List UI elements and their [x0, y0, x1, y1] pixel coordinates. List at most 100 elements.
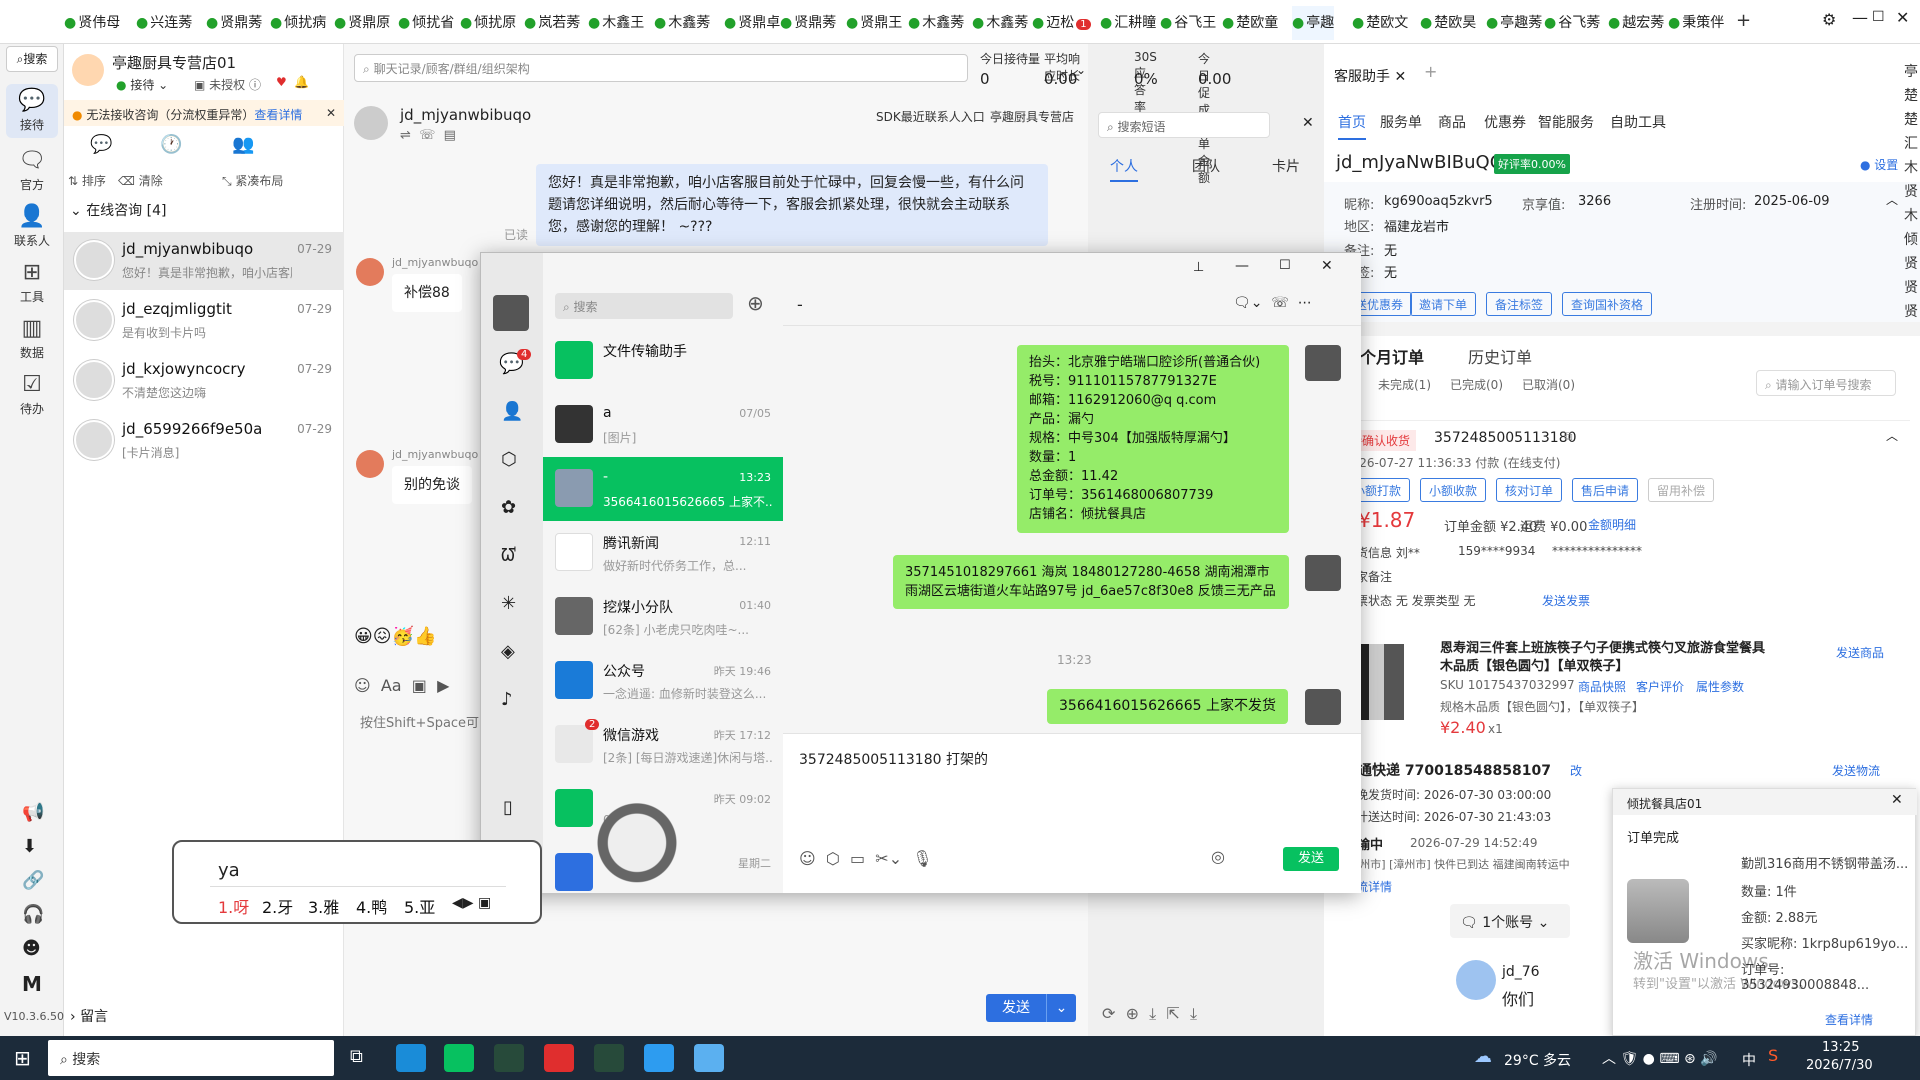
store-tab[interactable]: ● 木鑫莠	[972, 12, 1028, 34]
wechat-avatar[interactable]	[493, 295, 529, 331]
order-search-input[interactable]: ⌕ 请输入订单号搜索	[1756, 370, 1896, 396]
close-icon[interactable]: ✕	[1302, 116, 1314, 130]
assistant-nav-item[interactable]: 商品	[1438, 112, 1466, 132]
chevron-up-icon[interactable]: ︿	[1886, 194, 1898, 206]
store-tab[interactable]: ● 倾扰原	[460, 12, 516, 34]
music-icon[interactable]: ♪	[501, 691, 513, 709]
quick-tab[interactable]: 个人	[1110, 156, 1138, 182]
assistant-nav-item[interactable]: 首页	[1338, 112, 1366, 140]
clear-button[interactable]: ⌫ 清除	[118, 172, 163, 189]
ime-candidate[interactable]: 5.亚	[404, 894, 435, 918]
store-tab[interactable]: ● 楚欧文	[1352, 12, 1408, 34]
online-title[interactable]: ⌄ 在线咨询 [4]	[70, 200, 166, 220]
store-tab[interactable]: ● 汇耕瞳	[1100, 12, 1156, 34]
ime-lang[interactable]: 中	[1742, 1050, 1756, 1070]
app-star-icon[interactable]	[494, 1044, 524, 1072]
heart-icon[interactable]: ♥	[276, 76, 287, 88]
store-tab[interactable]: ● 楚欧昊	[1420, 12, 1476, 34]
send-button[interactable]: 发送	[986, 994, 1046, 1022]
windows-start-icon[interactable]: ⊞	[14, 1048, 31, 1068]
ime-candidate[interactable]: 3.雅	[308, 894, 339, 918]
add-tab-icon[interactable]: +	[1736, 12, 1751, 30]
nav-tools[interactable]: ⊞ 工具	[6, 256, 58, 306]
wechat-search[interactable]: ⌕ 搜索	[555, 293, 733, 319]
nav-todo[interactable]: ☑ 待办	[6, 368, 58, 418]
leave-message[interactable]: › 留言	[70, 1006, 108, 1026]
bell-icon[interactable]: 🔔	[294, 76, 309, 88]
store-tab[interactable]: ● 贤鼎莠	[206, 12, 262, 34]
store-tab[interactable]: ● 木鑫王	[588, 12, 644, 34]
wechat-conversation[interactable]: 文件传输助手	[543, 329, 783, 393]
wechat-send-button[interactable]: 发送	[1283, 847, 1339, 871]
global-search[interactable]: ⌕ 聊天记录/顾客/群组/组织架构	[354, 54, 968, 82]
moments-icon[interactable]: ✿	[501, 499, 516, 517]
store-tab[interactable]: ● 迈松 1	[1032, 12, 1091, 34]
store-tab[interactable]: ● 倾扰省	[398, 12, 454, 34]
product-link[interactable]: 客户评价	[1636, 678, 1684, 695]
conversation-item[interactable]: jd_kxjowyncocry 不清楚您这边嗨 07-29	[64, 352, 344, 410]
sogou-icon[interactable]: S	[1768, 1048, 1778, 1064]
add-tab-icon[interactable]: +	[1424, 64, 1437, 80]
megaphone-icon[interactable]: 📢	[22, 804, 44, 822]
store-tab[interactable]: ● 亭趣莠	[1486, 12, 1542, 34]
warning-detail-link[interactable]: 查看详情	[254, 108, 302, 122]
store-tab[interactable]: ● 贤鼎原	[334, 12, 390, 34]
close-icon[interactable]: ✕	[1896, 10, 1909, 26]
customer-action-button[interactable]: 备注标签	[1486, 292, 1553, 316]
send-product-link[interactable]: 发送商品	[1836, 644, 1884, 661]
store-tab[interactable]: ● 木鑫莠	[908, 12, 964, 34]
store-tab[interactable]: ● 贤鼎卓	[724, 12, 780, 34]
order-subtab[interactable]: 已完成(0)	[1450, 376, 1503, 393]
customer-action-button[interactable]: 查询国补资格	[1562, 292, 1653, 316]
assistant-nav-item[interactable]: 服务单	[1380, 112, 1422, 132]
order-subtab[interactable]: 已取消(0)	[1522, 376, 1575, 393]
download-icon[interactable]: ⬇	[22, 838, 37, 856]
conversation-item[interactable]: jd_6599266f9e50a [卡片消息] 07-29	[64, 412, 344, 470]
link-icon[interactable]: 🔗	[22, 872, 44, 890]
notif-more-link[interactable]: 查看详情	[1825, 1011, 1873, 1028]
store-tab[interactable]: ● 倾扰病	[270, 12, 326, 34]
nav-data[interactable]: ▥ 数据	[6, 312, 58, 362]
order-action-button[interactable]: 留用补偿	[1648, 478, 1715, 502]
account-bar[interactable]: 🗨 1个账号 ⌄	[1450, 904, 1570, 938]
store-tab[interactable]: ● 兴连莠	[136, 12, 192, 34]
edge-icon[interactable]	[396, 1044, 426, 1072]
close-icon[interactable]: ✕	[1891, 793, 1903, 807]
send-options-button[interactable]: ⌄	[1046, 994, 1076, 1022]
add-icon[interactable]: ⊕	[747, 293, 764, 313]
ime-candidate[interactable]: 2.牙	[262, 894, 293, 918]
pin-icon[interactable]: ⊥	[1193, 261, 1204, 274]
wechat-icon[interactable]	[444, 1044, 474, 1072]
close-warning-icon[interactable]: ✕	[326, 106, 336, 120]
tab-history-orders[interactable]: 历史订单	[1468, 344, 1532, 368]
wechat-header-tools[interactable]: 🗨⌄ ☏ ⋯	[1233, 295, 1312, 311]
contacts-icon[interactable]: 👤	[501, 403, 523, 421]
group-icon[interactable]: 👥	[232, 136, 254, 154]
assistant-nav-item[interactable]: 自助工具	[1610, 112, 1666, 132]
wechat-conversation[interactable]: 挖煤小分队 [62条] 小老虎只吃肉哇~... 01:40	[543, 585, 783, 649]
task-view-icon[interactable]: ⧉	[350, 1048, 363, 1066]
sparkle-icon[interactable]: ✳	[501, 595, 516, 613]
customer-action-button[interactable]: 邀请下单	[1410, 292, 1477, 316]
store-tab[interactable]: ● 亭趣	[1292, 6, 1335, 40]
assistant-nav-item[interactable]: 智能服务	[1538, 112, 1594, 132]
send-logistics-link[interactable]: 发送物流	[1832, 762, 1880, 779]
minimize-icon[interactable]: —	[1235, 259, 1249, 273]
m-logo-icon[interactable]: M	[22, 974, 42, 994]
app-chat-icon[interactable]	[694, 1044, 724, 1072]
taskbar-search[interactable]: ⌕ 搜索	[48, 1040, 334, 1076]
wechat-conversation[interactable]: a [图片] 07/05	[543, 393, 783, 457]
app-red-icon[interactable]	[544, 1044, 574, 1072]
nav-official[interactable]: 🗨 官方	[6, 144, 58, 194]
store-tab[interactable]: ● 越宏莠	[1608, 12, 1664, 34]
miniprogram-icon[interactable]: ◈	[501, 643, 515, 661]
maximize-icon[interactable]: ☐	[1279, 259, 1291, 272]
settings-icon[interactable]: ⚙	[1822, 12, 1836, 28]
store-tab[interactable]: ● 木鑫莠	[654, 12, 710, 34]
amount-detail-link[interactable]: 金额明细	[1588, 516, 1636, 533]
compact-layout-button[interactable]: ⤡ 紧凑布局	[222, 172, 283, 189]
channels-icon[interactable]: ᘺ	[501, 547, 516, 565]
conversation-item[interactable]: jd_ezqjmliggtit 是有收到卡片吗 07-29	[64, 292, 344, 350]
send-invoice-link[interactable]: 发送发票	[1542, 592, 1590, 609]
store-tab[interactable]: ● 贤鼎王	[846, 12, 902, 34]
